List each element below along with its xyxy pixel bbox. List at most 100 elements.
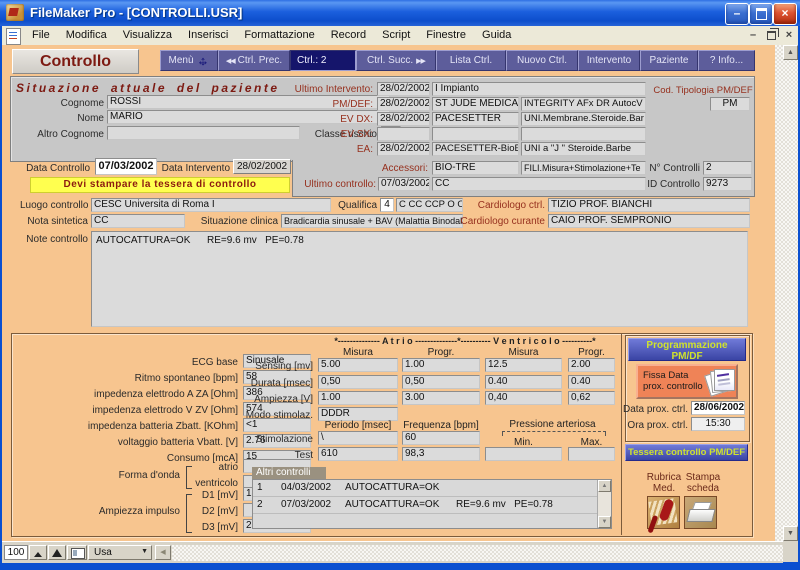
mdi-restore-button[interactable] xyxy=(762,28,780,43)
cod-tipologia-field[interactable]: PM xyxy=(710,97,750,111)
evdx-modello-field[interactable]: UNI.Membrane.Steroide.Bar xyxy=(521,112,646,126)
zoom-level[interactable]: 100 xyxy=(4,545,28,560)
stim-frequenza-field[interactable]: 60 xyxy=(402,431,480,445)
altri-controlli-tab[interactable]: Altri controlli xyxy=(252,467,326,479)
evsx-date-field[interactable] xyxy=(377,127,430,141)
menu-record[interactable]: Record xyxy=(323,26,374,45)
menu-guida[interactable]: Guida xyxy=(474,26,519,45)
durata-progr-a[interactable]: 0,50 xyxy=(402,375,480,389)
ultimo-intervento-tipo-field[interactable]: I Impianto xyxy=(432,82,646,96)
toolbar-lista-button[interactable]: Lista Ctrl. xyxy=(436,50,506,71)
toolbar-info-button[interactable]: ? Info... xyxy=(698,50,755,71)
cardiologo-curante-field[interactable]: CAIO PROF. SEMPRONIO xyxy=(548,214,750,228)
pressione-min-field[interactable] xyxy=(485,447,562,461)
ampiezza-misura-v[interactable]: 0,40 xyxy=(485,391,562,405)
programmazione-button[interactable]: Programmazione PM/DF xyxy=(628,338,746,361)
ultimo-controllo-tipo-field[interactable]: CC xyxy=(432,177,646,191)
ampiezza-progr-a[interactable]: 3.00 xyxy=(402,391,480,405)
data-intervento-field[interactable]: 28/02/2002 xyxy=(233,159,291,174)
evsx-modello-field[interactable] xyxy=(521,127,646,141)
toolbar-paziente-button[interactable]: Paziente xyxy=(640,50,698,71)
vertical-scrollbar[interactable]: ▲ ▼ xyxy=(783,45,798,541)
list-scroll-up-button[interactable]: ▲ xyxy=(598,480,611,492)
close-button[interactable]: × xyxy=(773,3,797,25)
qualifica-num-field[interactable]: 4 xyxy=(380,198,394,212)
ampiezza-progr-v[interactable]: 0,62 xyxy=(568,391,615,405)
maximize-button[interactable] xyxy=(749,3,773,25)
modo-stimolaz-label: Modo stimolaz. xyxy=(230,410,313,422)
mode-dropdown[interactable]: Usa ▼ xyxy=(88,545,152,560)
data-prox-field[interactable]: 28/06/2002 xyxy=(691,401,745,415)
menu-file[interactable]: File xyxy=(24,26,58,45)
ora-prox-field[interactable]: 15:30 xyxy=(691,417,745,431)
fissa-data-button[interactable]: Fissa Data prox. controllo xyxy=(636,364,738,399)
sensing-progr-a[interactable]: 1.00 xyxy=(402,358,480,372)
durata-misura-a[interactable]: 0,50 xyxy=(318,375,398,389)
pmdef-marca-field[interactable]: ST JUDE MEDICAL xyxy=(432,97,519,111)
menu-inserisci[interactable]: Inserisci xyxy=(180,26,236,45)
modo-stimolaz-field[interactable]: DDDR xyxy=(318,407,398,421)
menu-finestre[interactable]: Finestre xyxy=(418,26,474,45)
horizontal-scrollbar[interactable] xyxy=(172,545,783,561)
status-area-toggle-button[interactable] xyxy=(67,545,87,560)
stampa-scheda-button[interactable] xyxy=(684,496,717,529)
nota-sintetica-field[interactable]: CC xyxy=(91,214,185,228)
pressione-max-field[interactable] xyxy=(568,447,615,461)
luogo-field[interactable]: CESC Universita di Roma I xyxy=(91,198,331,212)
scroll-down-button[interactable]: ▼ xyxy=(783,526,798,541)
ultimo-controllo-date-field[interactable]: 07/03/2002 xyxy=(378,177,430,191)
pmdef-modello-field[interactable]: INTEGRITY AFx DR AutocV xyxy=(521,97,646,111)
scroll-up-button[interactable]: ▲ xyxy=(783,45,798,60)
accessori-tipo-field[interactable]: FILI.Misura+Stimolazione+Te xyxy=(521,161,646,175)
data-controllo-label: Data Controllo xyxy=(20,163,90,175)
accessori-marca-field[interactable]: BIO-TRE xyxy=(432,161,519,175)
durata-misura-v[interactable]: 0.40 xyxy=(485,375,562,389)
toolbar-nuovo-button[interactable]: Nuovo Ctrl. xyxy=(506,50,578,71)
ultimo-intervento-date-field[interactable]: 28/02/2002 xyxy=(377,82,430,96)
sensing-misura-a[interactable]: 5.00 xyxy=(318,358,398,372)
evsx-marca-field[interactable] xyxy=(432,127,519,141)
menu-formattazione[interactable]: Formattazione xyxy=(236,26,322,45)
hscroll-left-button[interactable]: ◀ xyxy=(155,545,171,560)
data-controllo-field[interactable]: 07/03/2002 xyxy=(95,158,157,175)
sensing-misura-v[interactable]: 12.5 xyxy=(485,358,562,372)
menu-script[interactable]: Script xyxy=(374,26,418,45)
toolbar-intervento-button[interactable]: Intervento xyxy=(578,50,640,71)
pmdef-date-field[interactable]: 28/02/2002 xyxy=(377,97,430,111)
list-scrollbar[interactable]: ▲ ▼ xyxy=(597,480,611,528)
ea-date-field[interactable]: 28/02/2002 xyxy=(377,142,430,156)
test-frequenza-field[interactable]: 98,3 xyxy=(402,447,480,461)
mdi-minimize-button[interactable]: – xyxy=(744,28,762,43)
cardiologo-ctrl-field[interactable]: TIZIO PROF. BIANCHI xyxy=(548,198,750,212)
list-item[interactable]: 1 04/03/2002 AUTOCATTURA=OK xyxy=(253,480,611,497)
list-item[interactable]: 2 07/03/2002 AUTOCATTURA=OK RE=9.6 mv PE… xyxy=(253,497,611,514)
zoom-in-button[interactable] xyxy=(48,545,66,560)
menu-visualizza[interactable]: Visualizza xyxy=(115,26,180,45)
qualifica-tipo-field[interactable]: C CC CCP O OP xyxy=(396,198,463,212)
tessera-button[interactable]: Tessera controllo PM/DEF xyxy=(625,444,748,461)
toolbar-current-record[interactable]: Ctrl.: 2 xyxy=(290,50,356,71)
evdx-marca-field[interactable]: PACESETTER xyxy=(432,112,519,126)
n-controlli-field[interactable]: 2 xyxy=(703,161,752,175)
note-controllo-field[interactable]: AUTOCATTURA=OK RE=9.6 mv PE=0.78 xyxy=(91,231,748,327)
ampiezza-misura-a[interactable]: 1.00 xyxy=(318,391,398,405)
toolbar-menu-button[interactable]: Menù ↔↕ xyxy=(160,50,218,71)
menu-modifica[interactable]: Modifica xyxy=(58,26,115,45)
durata-progr-v[interactable]: 0.40 xyxy=(568,375,615,389)
sensing-progr-v[interactable]: 2.00 xyxy=(568,358,615,372)
test-periodo-field[interactable]: 610 xyxy=(318,447,398,461)
mdi-close-button[interactable]: × xyxy=(780,28,798,43)
evdx-date-field[interactable]: 28/02/2002 xyxy=(377,112,430,126)
ea-modello-field[interactable]: UNI a "J " Steroide.Barbe xyxy=(521,142,646,156)
toolbar-prev-button[interactable]: ◀◀ Ctrl. Prec. xyxy=(218,50,290,71)
ea-marca-field[interactable]: PACESETTER-BioEl xyxy=(432,142,519,156)
stim-periodo-field[interactable]: \ xyxy=(318,431,398,445)
toolbar-next-button[interactable]: Ctrl. Succ. ▶▶ xyxy=(356,50,436,71)
rubrica-med-button[interactable] xyxy=(647,496,680,529)
zoom-out-button[interactable] xyxy=(29,545,47,560)
situazione-clinica-field[interactable]: Bradicardia sinusale + BAV (Malattia Bin… xyxy=(281,214,463,228)
id-controllo-field[interactable]: 9273 xyxy=(703,177,752,191)
list-scroll-down-button[interactable]: ▼ xyxy=(598,516,611,528)
minimize-button[interactable]: – xyxy=(725,3,749,25)
ecg-base-label: ECG base xyxy=(40,357,238,369)
